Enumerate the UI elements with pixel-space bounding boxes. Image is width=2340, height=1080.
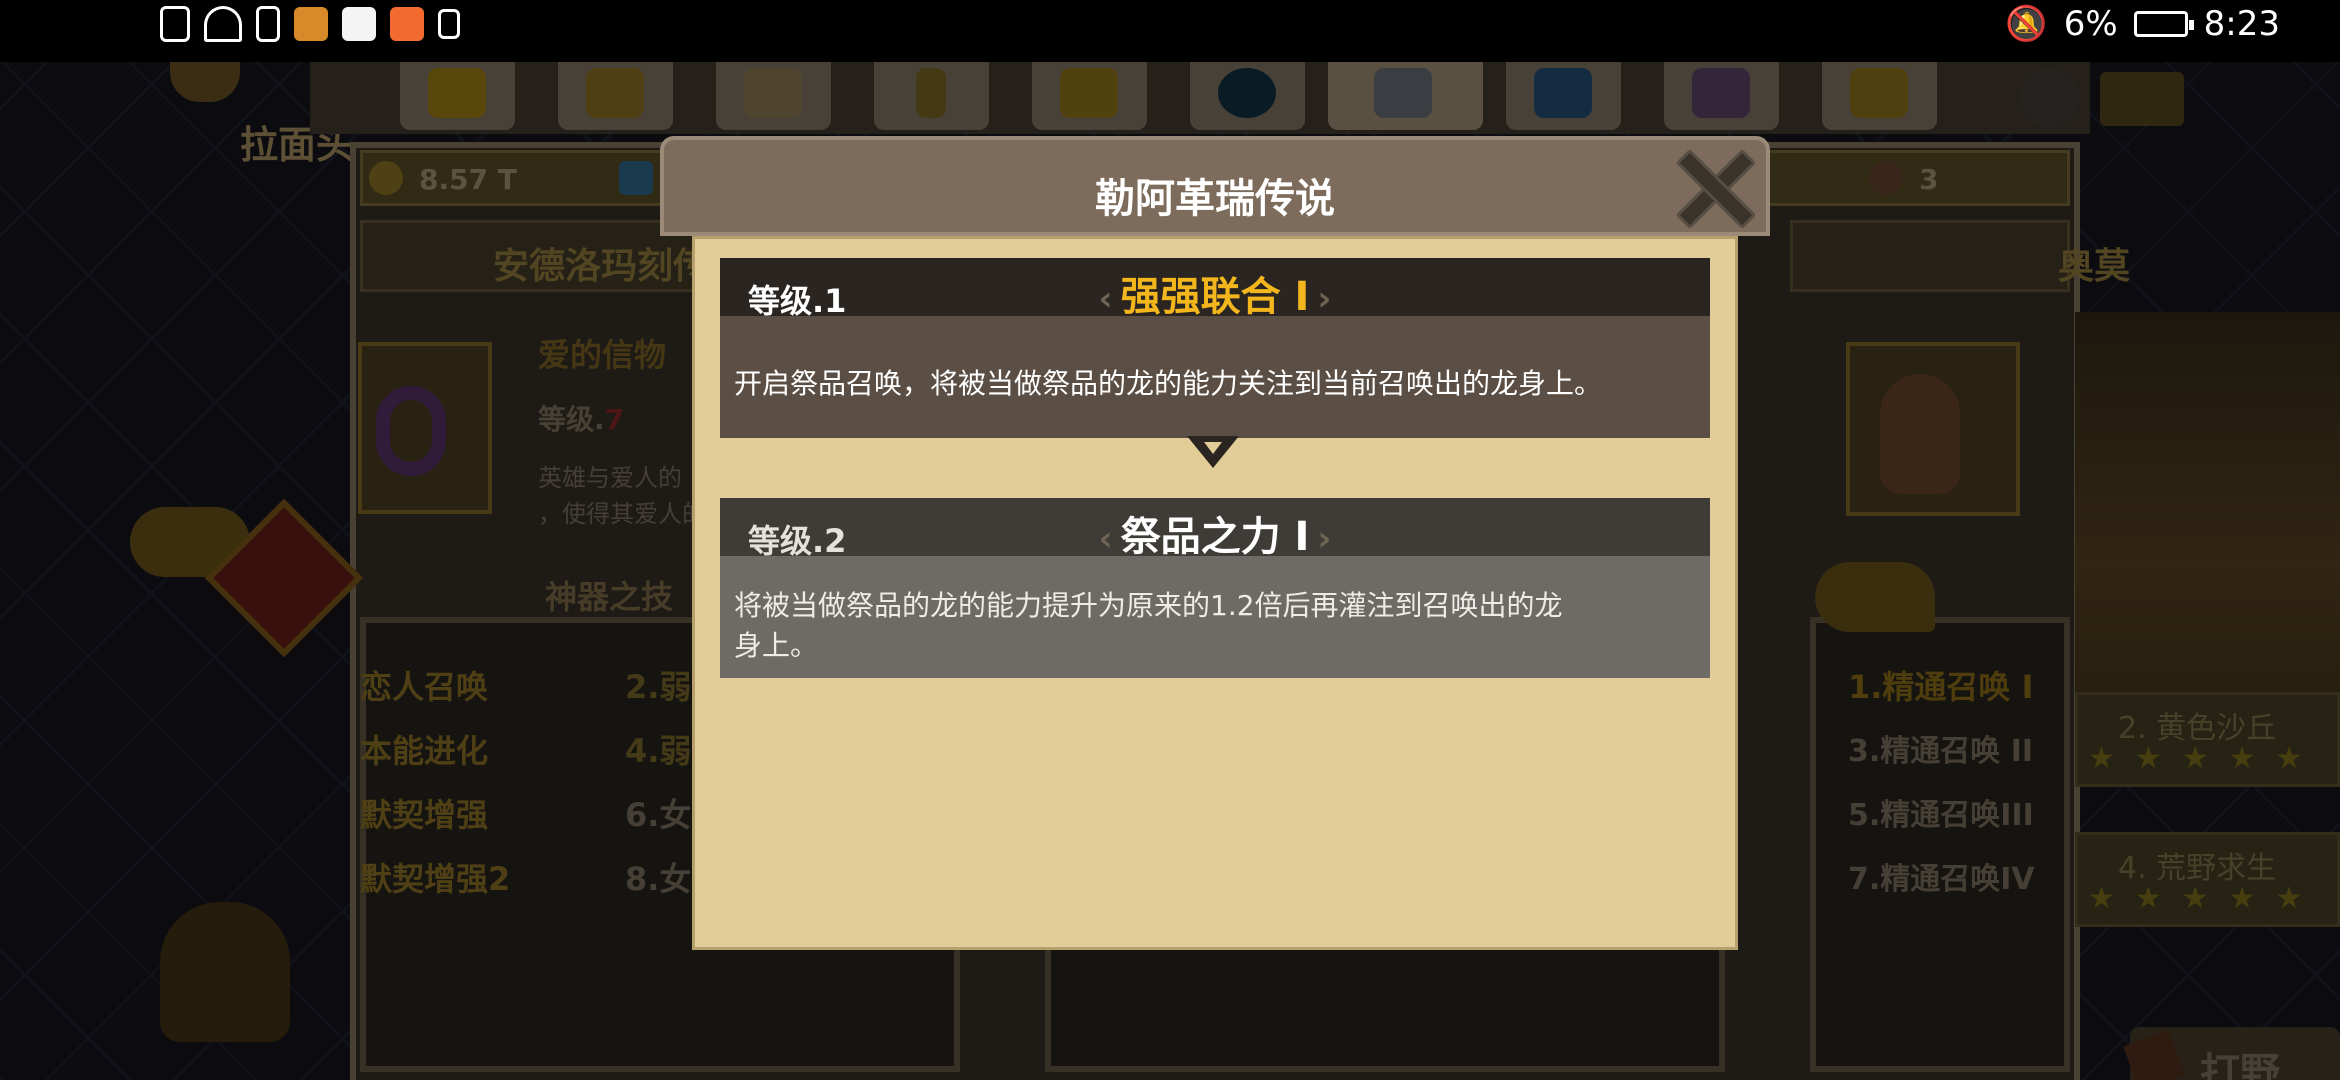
status-bar: 🔕 6% 8:23 bbox=[0, 0, 2340, 62]
level-1-description: 开启祭品召唤，将被当做祭品的龙的能力关注到当前召唤出的龙身上。 bbox=[734, 367, 1603, 400]
dialog-title: 勒阿革瑞传说 bbox=[1095, 176, 1335, 222]
video-app-icon bbox=[342, 7, 376, 41]
level-2-description-2: 身上。 bbox=[734, 629, 819, 662]
level-1-title: ‹ 强强联合 I › bbox=[720, 264, 1710, 322]
level-2-description-1: 将被当做祭品的龙的能力提升为原来的1.2倍后再灌注到召唤出的龙 bbox=[734, 589, 1563, 622]
level-2-title: ‹ 祭品之力 I › bbox=[720, 504, 1710, 562]
wifi-icon bbox=[204, 6, 242, 42]
level-connector-inner bbox=[1204, 442, 1222, 454]
shopping-app-icon bbox=[390, 7, 424, 41]
battery-percent: 6% bbox=[2063, 4, 2118, 44]
level-2-header: 等级.2 ‹ 祭品之力 I › bbox=[720, 498, 1710, 560]
battery-saver-icon bbox=[438, 9, 460, 39]
chevron-right-icon: › bbox=[1317, 279, 1332, 319]
dialog-header: 勒阿革瑞传说 bbox=[660, 136, 1770, 236]
chevron-left-icon: ‹ bbox=[1098, 519, 1113, 559]
hourglass-icon bbox=[256, 6, 280, 42]
clock: 8:23 bbox=[2203, 4, 2280, 44]
game-app-icon bbox=[294, 7, 328, 41]
notification-icons bbox=[160, 6, 460, 42]
chevron-left-icon: ‹ bbox=[1098, 279, 1113, 319]
level-1-name: 强强联合 I bbox=[1120, 274, 1310, 320]
alert-notification-icon bbox=[160, 6, 190, 42]
battery-icon bbox=[2133, 11, 2194, 37]
close-button[interactable] bbox=[1672, 146, 1752, 226]
level-1-header: 等级.1 ‹ 强强联合 I › bbox=[720, 258, 1710, 320]
mute-icon: 🔕 bbox=[2005, 4, 2048, 44]
chevron-right-icon: › bbox=[1317, 519, 1332, 559]
status-right: 🔕 6% 8:23 bbox=[2005, 4, 2280, 44]
level-2-name: 祭品之力 I bbox=[1120, 514, 1310, 560]
